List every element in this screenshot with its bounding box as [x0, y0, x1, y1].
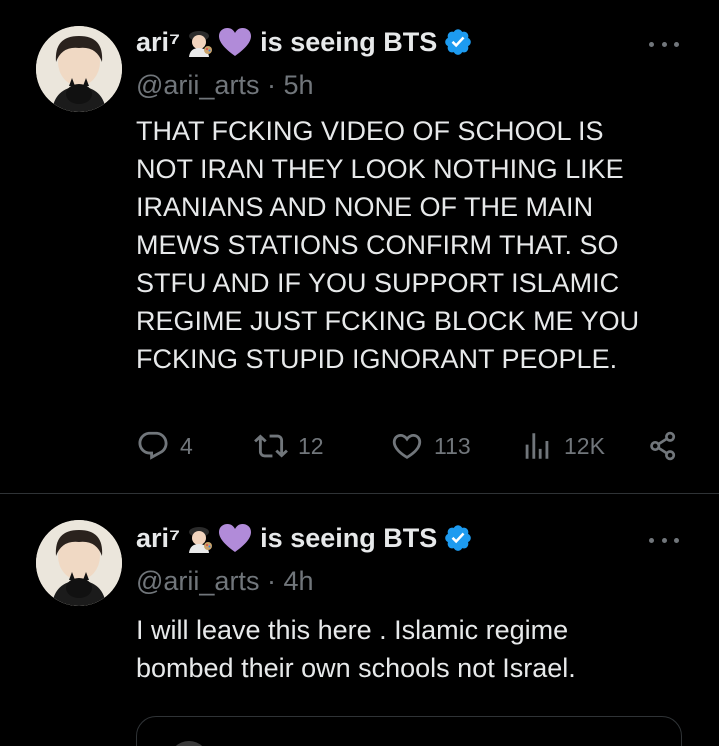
views-button[interactable]: 12K [520, 426, 605, 466]
avatar-image [36, 520, 122, 606]
more-button[interactable] [649, 530, 679, 550]
tweet-2[interactable]: ari⁷ is seeing BTS @arii_arts · 4h I wil… [0, 494, 719, 746]
views-count: 12K [564, 432, 605, 459]
timestamp[interactable]: · 4h [267, 566, 314, 596]
reply-icon [138, 431, 168, 460]
tweet-text-line: STFU AND IF YOU SUPPORT ISLAMIC [136, 268, 620, 298]
timestamp[interactable]: · 5h [267, 70, 314, 100]
purple-heart-emoji-icon [218, 523, 252, 553]
tweet-text-line: I will leave this here . Islamic regime [136, 615, 569, 645]
verified-badge-icon [443, 27, 473, 57]
more-icon-dot [674, 537, 679, 543]
display-name[interactable]: ari⁷ [136, 523, 180, 554]
like-count: 113 [434, 432, 471, 459]
tweet-text-line: bombed their own schools not Israel. [136, 653, 576, 683]
more-icon-dot [649, 41, 654, 47]
more-icon-dot [661, 537, 667, 543]
retweet-count: 12 [298, 432, 324, 459]
reply-button[interactable]: 4 [136, 426, 193, 466]
tweet-text: I will leave this here . Islamic regime … [136, 611, 696, 687]
tweet-text-line: MEWS STATIONS CONFIRM THAT. SO [136, 230, 619, 260]
tweet-text-line: NOT IRAN THEY LOOK NOTHING LIKE [136, 154, 624, 184]
verified-badge-icon [443, 523, 473, 553]
tweet-1[interactable]: ari⁷ is seeing BTS @arii_arts · 5h THAT … [0, 0, 719, 493]
retweet-button[interactable]: 12 [254, 426, 324, 466]
tweet-text-line: IRANIANS AND NONE OF THE MAIN [136, 192, 594, 222]
artist-emoji-icon [184, 27, 214, 57]
retweet-icon [254, 434, 288, 458]
share-icon [650, 431, 676, 461]
tweet-text-line: THAT FCKING VIDEO OF SCHOOL IS [136, 116, 604, 146]
tweet-text-line: FCKING STUPID IGNORANT PEOPLE. [136, 344, 618, 374]
more-icon-dot [649, 537, 654, 543]
share-button[interactable] [646, 426, 680, 466]
handle[interactable]: @arii_arts [136, 70, 259, 100]
more-icon-dot [661, 41, 667, 47]
avatar[interactable] [36, 520, 122, 606]
name-line: ari⁷ is seeing BTS [136, 518, 473, 558]
more-icon-dot [674, 41, 679, 47]
analytics-icon [525, 433, 549, 459]
status-text: is seeing BTS [260, 26, 438, 57]
more-button[interactable] [649, 34, 679, 54]
handle[interactable]: @arii_arts [136, 566, 259, 596]
handle-line: @arii_arts · 4h [136, 566, 314, 597]
handle-line: @arii_arts · 5h [136, 70, 314, 101]
avatar[interactable] [36, 26, 122, 112]
status-text: is seeing BTS [260, 522, 438, 553]
purple-heart-emoji-icon [218, 27, 252, 57]
avatar-image [36, 26, 122, 112]
artist-emoji-icon [184, 523, 214, 553]
action-bar: 4 12 113 12K [136, 426, 696, 466]
tweet-text-line: REGIME JUST FCKING BLOCK ME YOU [136, 306, 640, 336]
reply-count: 4 [180, 432, 193, 459]
name-line: ari⁷ is seeing BTS [136, 22, 473, 62]
like-button[interactable]: 113 [390, 426, 471, 466]
heart-icon [392, 433, 422, 459]
quoted-avatar [169, 741, 209, 746]
tweet-text: THAT FCKING VIDEO OF SCHOOL IS NOT IRAN … [136, 112, 696, 378]
display-name[interactable]: ari⁷ [136, 27, 180, 58]
quoted-tweet-card[interactable] [136, 716, 682, 746]
